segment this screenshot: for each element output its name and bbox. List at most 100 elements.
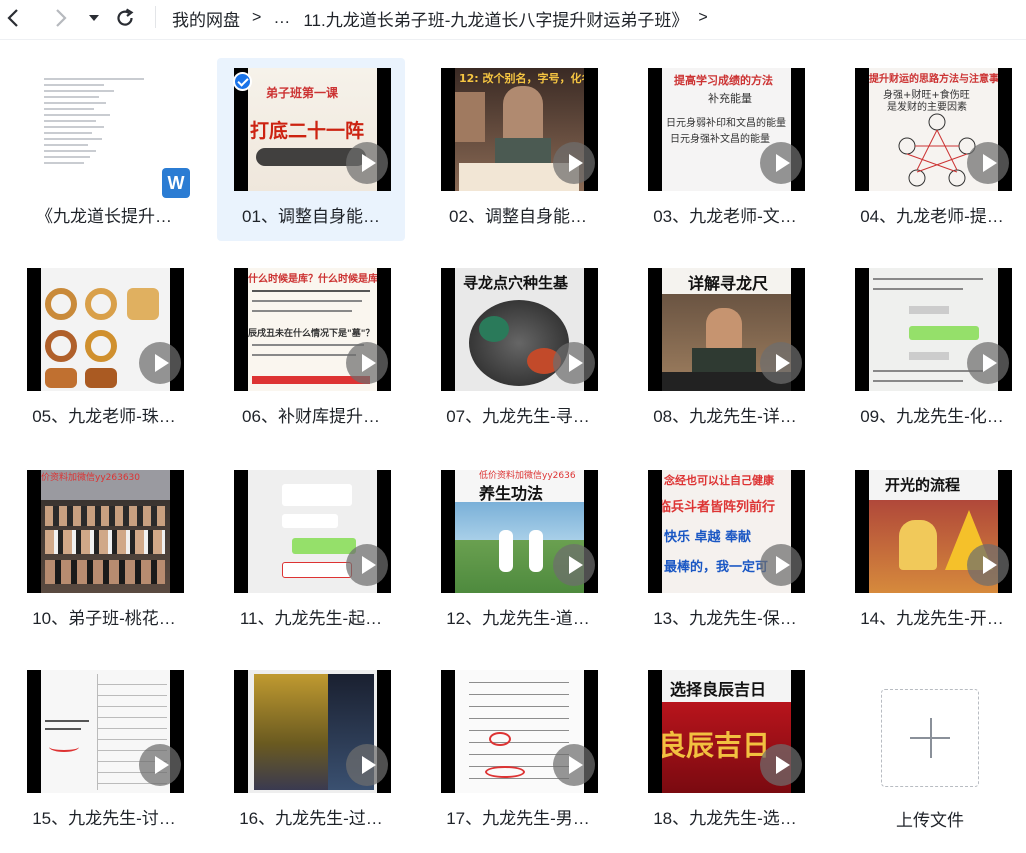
video-thumbnail: 开光的流程 xyxy=(855,470,1012,593)
play-icon xyxy=(760,744,802,786)
back-button[interactable] xyxy=(2,6,26,30)
video-thumbnail: 详解寻龙尺 xyxy=(648,268,805,391)
refresh-button[interactable] xyxy=(113,6,137,30)
file-name: 13、九龙先生-保… xyxy=(653,609,797,628)
overlay-text: 弟子班第一课 xyxy=(266,86,339,100)
play-icon xyxy=(967,342,1009,384)
video-thumbnail xyxy=(855,268,1012,391)
video-thumbnail xyxy=(234,670,391,793)
play-icon xyxy=(139,744,181,786)
file-name: 08、九龙先生-详… xyxy=(653,407,797,426)
file-tile[interactable]: 05、九龙老师-珠… xyxy=(10,258,198,441)
overlay-text: 辰戌丑未在什么情况下是"墓"？ xyxy=(248,329,375,339)
file-name: 《九龙道长提升… xyxy=(36,207,172,226)
file-name: 07、九龙先生-寻… xyxy=(446,407,590,426)
upload-button[interactable] xyxy=(881,689,979,787)
play-icon xyxy=(346,142,388,184)
video-thumbnail: 低价资料加微信yy2636 养生功法 xyxy=(441,470,598,593)
video-thumbnail: 价资料加微信yy263630 xyxy=(27,470,184,593)
play-icon xyxy=(346,744,388,786)
refresh-icon xyxy=(117,8,134,26)
file-name: 17、九龙先生-男… xyxy=(446,809,590,828)
file-name: 03、九龙老师-文… xyxy=(653,207,797,226)
overlay-text: 提高学习成绩的方法 xyxy=(674,74,773,87)
file-name: 11、九龙先生-起… xyxy=(239,609,383,628)
overlay-text: 寻龙点穴种生基 xyxy=(463,274,569,292)
file-tile[interactable]: 寻龙点穴种生基 07、九龙先生-寻… xyxy=(424,258,612,441)
play-icon xyxy=(346,544,388,586)
wuxing-diagram xyxy=(898,113,976,187)
file-name: 02、调整自身能… xyxy=(449,207,587,226)
video-thumbnail: 选择良辰吉日 良辰吉日 xyxy=(648,670,805,793)
file-tile[interactable]: 低价资料加微信yy2636 养生功法 12、九龙先生-道… xyxy=(424,460,612,643)
overlay-text: 是发财的主要因素 xyxy=(887,102,967,113)
toolbar: 我的网盘 > … 11.九龙道长弟子班-九龙道长八字提升财运弟子班》 > xyxy=(0,0,1026,40)
file-tile[interactable]: 价资料加微信yy263630 10、弟子班-桃花… xyxy=(10,460,198,643)
breadcrumb-current[interactable]: 11.九龙道长弟子班-九龙道长八字提升财运弟子班》 xyxy=(303,6,688,31)
overlay-text: 日元身弱补印和文昌的能量 xyxy=(666,118,786,129)
video-thumbnail xyxy=(27,268,184,391)
file-tile[interactable]: 提高学习成绩的方法 补充能量 日元身弱补印和文昌的能量 日元身强补文昌的能量 0… xyxy=(631,58,819,241)
file-name: 16、九龙先生-过… xyxy=(239,809,383,828)
overlay-text: 临兵斗者皆阵列前行 xyxy=(662,500,776,515)
play-icon xyxy=(553,142,595,184)
file-tile[interactable]: 16、九龙先生-过… xyxy=(217,660,405,843)
file-name: 10、弟子班-桃花… xyxy=(32,609,176,628)
video-thumbnail xyxy=(441,670,598,793)
overlay-text: 最棒的，我一定可 xyxy=(664,560,769,575)
breadcrumb: 我的网盘 > … 11.九龙道长弟子班-九龙道长八字提升财运弟子班》 > xyxy=(172,0,720,36)
file-tile[interactable]: 12: 改个别名，字号，化名 02、调整自身能… xyxy=(424,58,612,241)
history-dropdown-button[interactable] xyxy=(82,6,106,30)
play-icon xyxy=(139,342,181,384)
video-thumbnail xyxy=(234,470,391,593)
video-thumbnail: 提高学习成绩的方法 补充能量 日元身弱补印和文昌的能量 日元身强补文昌的能量 xyxy=(648,68,805,191)
file-tile[interactable]: 选择良辰吉日 良辰吉日 18、九龙先生-选… xyxy=(631,660,819,843)
breadcrumb-ellipsis[interactable]: … xyxy=(273,8,290,28)
file-name: 14、九龙先生-开… xyxy=(860,609,1004,628)
video-thumbnail: 寻龙点穴种生基 xyxy=(441,268,598,391)
file-name: 12、九龙先生-道… xyxy=(446,609,590,628)
play-icon xyxy=(760,342,802,384)
file-tile[interactable]: 提升财运的思路方法与注意事项 身强+财旺+食伤旺 是发财的主要因素 04、九龙老… xyxy=(838,58,1026,241)
file-tile[interactable]: 11、九龙先生-起… xyxy=(217,460,405,643)
play-icon xyxy=(760,142,802,184)
upload-label[interactable]: 上传文件 xyxy=(870,806,990,831)
overlay-text: 开光的流程 xyxy=(885,476,961,494)
overlay-text: 打底二十一阵 xyxy=(250,120,365,142)
chevron-right-icon xyxy=(56,9,67,27)
file-tile[interactable]: 念经也可以让自己健康 临兵斗者皆阵列前行 快乐 卓越 奉献 最棒的，我一定可 1… xyxy=(631,460,819,643)
file-tile[interactable]: 15、九龙先生-讨… xyxy=(10,660,198,843)
document-thumbnail: W xyxy=(34,68,190,198)
file-name: 01、调整自身能… xyxy=(242,207,380,226)
file-tile-selected[interactable]: 弟子班第一课 打底二十一阵 01、调整自身能… xyxy=(217,58,405,241)
word-icon: W xyxy=(162,168,190,198)
file-tile[interactable]: W 《九龙道长提升… xyxy=(10,58,198,241)
video-thumbnail: 念经也可以让自己健康 临兵斗者皆阵列前行 快乐 卓越 奉献 最棒的，我一定可 xyxy=(648,470,805,593)
file-tile[interactable]: 17、九龙先生-男… xyxy=(424,660,612,843)
play-icon xyxy=(553,342,595,384)
overlay-text: 什么时候是库？什么时候是库？ xyxy=(248,274,377,285)
play-icon xyxy=(553,744,595,786)
file-tile[interactable]: 开光的流程 14、九龙先生-开… xyxy=(838,460,1026,643)
play-icon xyxy=(346,342,388,384)
toolbar-divider xyxy=(155,6,156,28)
triangle-down-icon xyxy=(89,15,99,21)
overlay-text: 日元身强补文昌的能量 xyxy=(670,134,770,145)
breadcrumb-separator: > xyxy=(252,9,262,26)
file-name: 06、补财库提升… xyxy=(242,407,380,426)
play-icon xyxy=(967,544,1009,586)
file-name: 05、九龙老师-珠… xyxy=(32,407,176,426)
forward-button[interactable] xyxy=(48,6,72,30)
file-tile[interactable]: 什么时候是库？什么时候是库？ 辰戌丑未在什么情况下是"墓"？ 06、补财库提升… xyxy=(217,258,405,441)
overlay-text: 12: 改个别名，字号，化名 xyxy=(459,72,584,85)
overlay-text: 快乐 卓越 奉献 xyxy=(664,530,752,545)
checkbox-checked-icon[interactable] xyxy=(233,72,252,91)
breadcrumb-root[interactable]: 我的网盘 xyxy=(172,6,240,31)
overlay-text: 选择良辰吉日 xyxy=(670,680,767,699)
file-name: 18、九龙先生-选… xyxy=(653,809,797,828)
video-thumbnail: 12: 改个别名，字号，化名 xyxy=(441,68,598,191)
file-tile[interactable]: 09、九龙先生-化… xyxy=(838,258,1026,441)
file-tile[interactable]: 详解寻龙尺 08、九龙先生-详… xyxy=(631,258,819,441)
file-name: 09、九龙先生-化… xyxy=(860,407,1004,426)
breadcrumb-separator-end: > xyxy=(698,9,708,26)
